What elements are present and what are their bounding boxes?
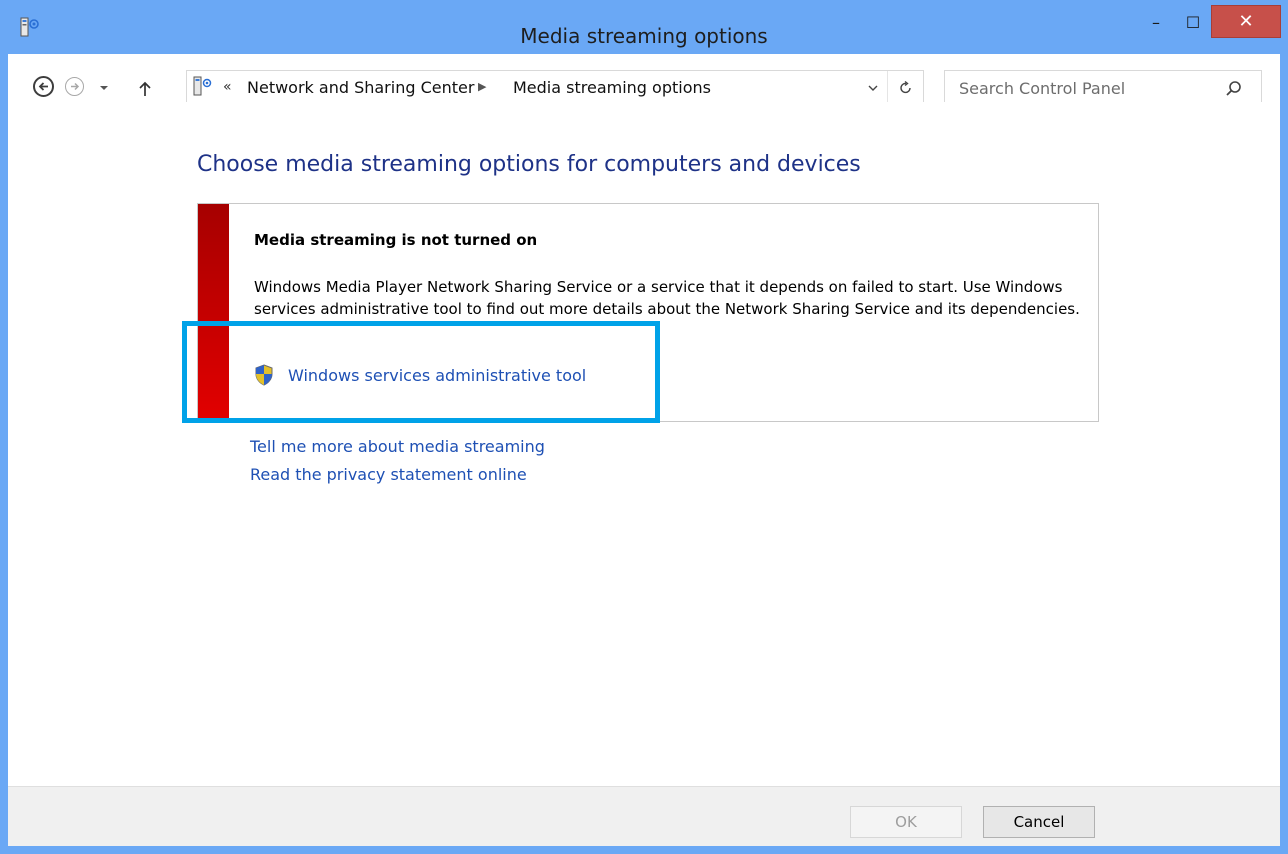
cancel-button[interactable]: Cancel [983,806,1095,838]
forward-button[interactable] [65,77,84,96]
search-box[interactable] [944,70,1262,106]
window-frame-bottom [0,846,1288,854]
notice-body: Windows Media Player Network Sharing Ser… [254,278,1080,318]
error-notice-panel: Media streaming is not turned on Windows… [197,203,1099,422]
up-arrow-icon [139,81,151,96]
ok-button[interactable]: OK [850,806,962,838]
error-stripe [198,204,229,421]
search-input[interactable] [959,78,1199,98]
services-link-label[interactable]: Windows services administrative tool [288,366,586,385]
window: Media streaming options – ☐ ✕ « Network … [0,0,1288,854]
breadcrumb-overflow[interactable]: « [223,79,232,95]
breadcrumb-network-sharing-center[interactable]: Network and Sharing Center [247,78,474,97]
back-button[interactable] [33,76,54,97]
title-bar[interactable]: Media streaming options – ☐ ✕ [0,0,1288,54]
notice-heading: Media streaming is not turned on [254,231,538,249]
window-title: Media streaming options [520,24,768,48]
media-server-icon [193,76,212,96]
address-bar[interactable]: « Network and Sharing Center ▶ Media str… [186,70,924,106]
breadcrumb-media-streaming-options[interactable]: Media streaming options [513,78,711,97]
minimize-button[interactable]: – [1143,6,1169,38]
chevron-down-icon [100,86,108,90]
uac-shield-icon [255,364,273,386]
services-admin-tool-link[interactable]: Windows services administrative tool [254,364,586,386]
chevron-down-icon[interactable] [865,80,881,96]
maximize-button[interactable]: ☐ [1180,6,1206,38]
breadcrumb-separator[interactable]: ▶ [478,80,486,93]
recent-locations-dropdown[interactable] [97,80,111,96]
refresh-button[interactable] [887,71,924,105]
refresh-icon [900,80,911,94]
page-title: Choose media streaming options for compu… [197,152,861,177]
forward-icon [71,82,80,91]
search-icon[interactable] [1225,80,1243,98]
back-icon [38,82,48,91]
privacy-statement-link[interactable]: Read the privacy statement online [250,465,527,484]
close-button[interactable]: ✕ [1211,5,1281,38]
tell-me-more-link[interactable]: Tell me more about media streaming [250,437,545,456]
up-button[interactable] [136,79,154,99]
